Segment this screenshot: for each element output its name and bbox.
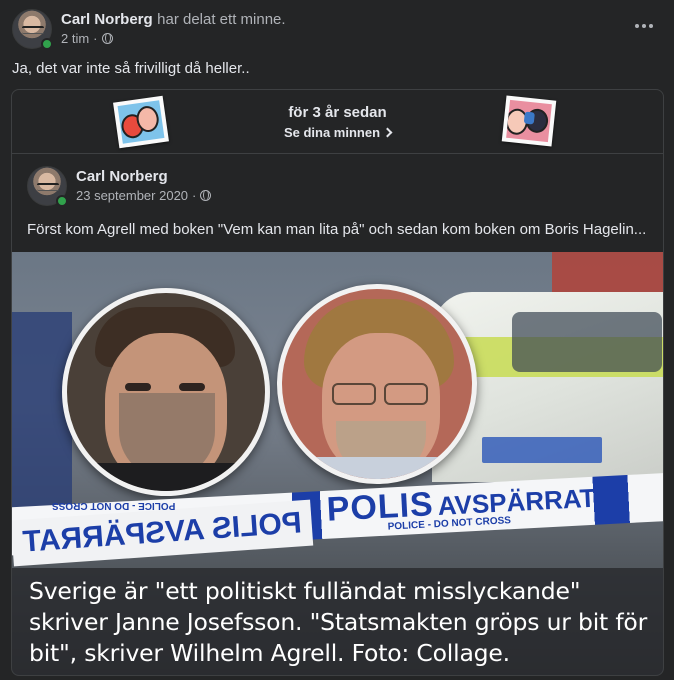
dot-icon [642,24,646,28]
red-awning-shape [552,252,663,292]
chevron-right-icon [382,127,393,138]
memory-banner: för 3 år sedan Se dina minnen [12,90,663,154]
post-time[interactable]: 2 tim [61,31,89,46]
see-memories-link[interactable]: Se dina minnen [12,125,663,140]
post-action: har delat ett minne. [157,11,286,28]
globe-icon[interactable] [101,33,113,44]
memory-card[interactable]: för 3 år sedan Se dina minnen Carl Norbe… [11,89,664,676]
police-car-lettering [482,437,602,463]
more-options-button[interactable] [626,14,662,38]
portrait-right [277,284,477,484]
original-post-header: Carl Norberg 23 september 2020 · [27,166,647,208]
author-name[interactable]: Carl Norberg [61,11,153,28]
tape-text-sub: AVSPÄRRAT [436,482,597,521]
globe-icon[interactable] [200,190,212,201]
post-text: Ja, det var inte så frivilligt då heller… [12,60,250,77]
portrait-left [62,288,270,496]
photo-caption-box: Sverige är "ett politiskt fulländat miss… [12,568,663,675]
memory-illustration-right-icon [501,95,557,147]
see-memories-label: Se dina minnen [283,125,381,140]
original-post-date[interactable]: 23 september 2020 [76,188,188,203]
online-status-icon [56,195,68,207]
meta-separator: · [93,31,98,46]
memory-title: för 3 år sedan [288,104,387,121]
dot-icon [635,24,639,28]
photo-caption: Sverige är "ett politiskt fulländat miss… [29,577,648,667]
post-photo[interactable]: POLISAVSPÄRRAT POLICE - DO NOT CROSS POL… [12,252,663,675]
original-post-text: Först kom Agrell med boken "Vem kan man … [27,221,647,238]
post-header: Carl Norberg har delat ett minne. 2 tim … [12,9,662,51]
meta-separator: · [192,188,197,203]
original-author-name[interactable]: Carl Norberg [76,168,168,185]
dot-icon [649,24,653,28]
online-status-icon [41,38,53,50]
tape-mirror-small-text: POLICE - DO NOT CROSS [52,500,176,511]
police-car-window [512,312,662,372]
